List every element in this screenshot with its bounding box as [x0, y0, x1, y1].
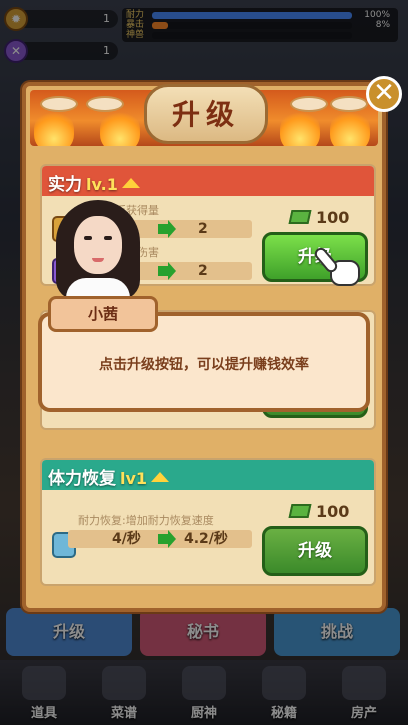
cost-value: 100: [316, 502, 350, 521]
flame: [280, 108, 320, 146]
cash-icon: [288, 210, 312, 224]
portrait-eye: [84, 236, 92, 240]
green-arrow-icon: [158, 262, 176, 280]
stat-row: 耐力恢复:增加耐力恢复速度 4/秒 4.2/秒: [52, 514, 252, 560]
card-title-text: 体力恢复: [48, 469, 116, 489]
card-level: lv.1: [86, 175, 118, 194]
dialog-text: 点击升级按钮，可以提升赚钱效率: [99, 357, 309, 373]
stat-desc: 耐力恢复:增加耐力恢复速度: [78, 514, 214, 527]
card-title-text: 实力: [48, 175, 82, 195]
card-title: 体力恢复 lv1: [48, 464, 170, 489]
panel-title: 升级: [171, 98, 240, 131]
upgrade-card-stamina-recovery: 体力恢复 lv1 耐力恢复:增加耐力恢复速度 4/秒 4.2/秒 100 升级: [40, 458, 376, 586]
up-arrow-icon: [121, 178, 140, 188]
card-header: 实力 lv.1: [42, 166, 374, 196]
portrait-face: [74, 216, 122, 274]
flame: [34, 108, 74, 146]
close-icon[interactable]: ✕: [366, 76, 402, 112]
upgrade-cost: 100: [288, 502, 370, 524]
up-arrow-icon: [151, 472, 170, 482]
green-arrow-icon: [158, 220, 176, 238]
game-screen: ✹ 1 ✕ 1 耐力 100% 暴击 8% 神兽 升级 秘书 挑战 道具 菜谱 …: [0, 0, 408, 725]
speaker-name-tag: 小茜: [48, 296, 158, 332]
stat-to: 4.2/秒: [184, 531, 228, 547]
cost-value: 100: [316, 208, 350, 227]
secretary-portrait: [52, 200, 144, 304]
panel-title-plate: 升级: [144, 84, 268, 144]
portrait-eye: [104, 236, 112, 240]
stat-from: 4/秒: [112, 531, 141, 547]
stat-to: 2: [198, 221, 208, 237]
card-level: lv1: [120, 469, 148, 488]
hand-pointer-icon: [312, 244, 364, 290]
stat-bar: 4/秒 4.2/秒: [68, 530, 252, 548]
card-header: 体力恢复 lv1: [42, 460, 374, 490]
flame: [100, 108, 140, 146]
stamina-upgrade-button[interactable]: 升级: [262, 526, 368, 576]
flame: [330, 108, 370, 146]
cash-icon: [288, 504, 312, 518]
card-title: 实力 lv.1: [48, 170, 140, 195]
upgrade-cost: 100: [288, 208, 370, 230]
green-arrow-icon: [158, 530, 176, 548]
stat-to: 2: [198, 263, 208, 279]
